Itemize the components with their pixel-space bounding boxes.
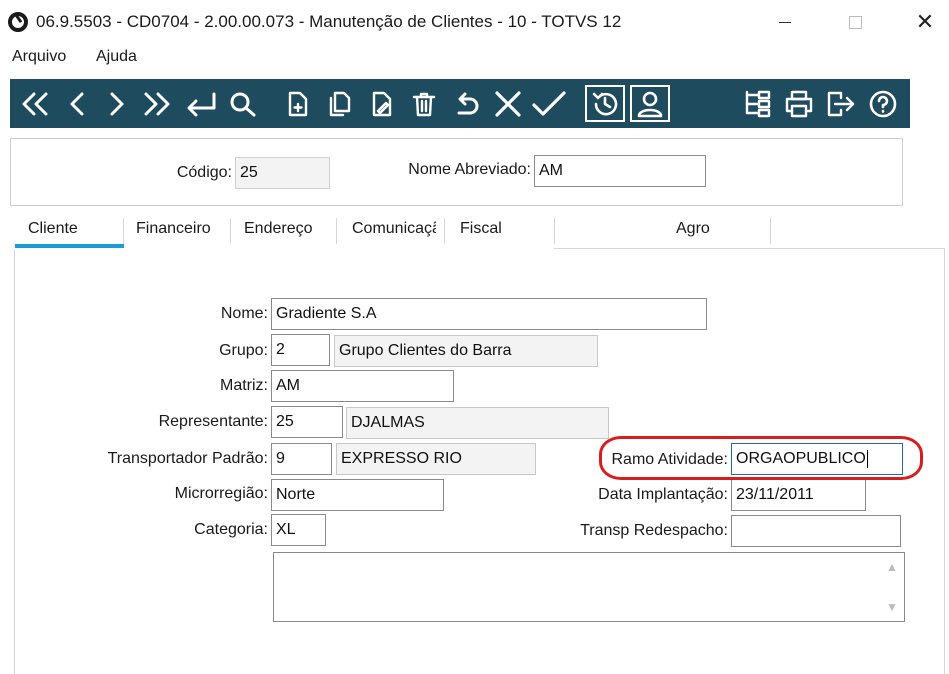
app-logo-icon (8, 12, 28, 32)
nome-field[interactable]: Gradiente S.A (271, 298, 707, 330)
help-icon (869, 90, 897, 117)
history-icon (592, 92, 618, 115)
tab-cliente[interactable]: Cliente (28, 220, 78, 238)
nome-abreviado-field[interactable]: AM (534, 155, 706, 187)
microrregiao-label: Microrregião: (174, 485, 268, 502)
exit-button[interactable] (824, 85, 858, 122)
matriz-field[interactable]: AM (271, 370, 454, 402)
tab-financeiro[interactable]: Financeiro (136, 220, 211, 238)
undo-icon (457, 92, 479, 114)
menu-ajuda[interactable]: Ajuda (96, 48, 137, 66)
history-button[interactable] (585, 85, 625, 122)
data-implantacao-field[interactable]: 23/11/2011 (731, 479, 866, 511)
representante-label: Representante: (158, 413, 268, 430)
matriz-label: Matriz: (220, 377, 268, 394)
confirm-icon (532, 90, 566, 116)
new-record-icon (288, 91, 308, 116)
representante-description-field: DJALMAS (346, 407, 609, 439)
new-record-button[interactable] (282, 85, 314, 122)
window-title: 06.9.5503 - CD0704 - 2.00.00.073 - Manut… (36, 12, 622, 31)
previous-record-button[interactable] (62, 85, 92, 122)
tab-separator (230, 218, 231, 244)
search-button[interactable] (226, 85, 260, 122)
tab-bar: Cliente Financeiro Endereço Comunicaçã F… (14, 214, 945, 250)
scroll-up-icon[interactable]: ▲ (886, 561, 898, 573)
tab-separator (554, 218, 555, 244)
categoria-label: Categoria: (194, 521, 268, 538)
close-icon: ✕ (915, 9, 935, 34)
data-implantacao-label: Data Implantação: (598, 486, 728, 503)
transportador-code-field[interactable]: 9 (271, 443, 332, 475)
tab-comunicacao[interactable]: Comunicaçã (352, 220, 436, 238)
minimize-button[interactable] (762, 6, 808, 38)
nome-abreviado-label: Nome Abreviado: (408, 161, 531, 178)
tree-button[interactable] (740, 85, 774, 122)
menu-bar: Arquivo Ajuda (0, 44, 949, 72)
codigo-field[interactable]: 25 (235, 157, 330, 189)
transportador-description-field: EXPRESSO RIO (336, 443, 536, 475)
scroll-down-icon[interactable]: ▼ (886, 601, 898, 613)
delete-icon (412, 92, 436, 116)
transp-redespacho-field[interactable] (731, 515, 901, 547)
previous-record-icon (70, 92, 84, 115)
edit-icon (372, 91, 392, 116)
tab-fiscal[interactable]: Fiscal (460, 220, 502, 238)
user-button[interactable] (630, 85, 670, 122)
copy-icon (329, 91, 351, 116)
last-record-button[interactable] (140, 85, 174, 122)
tab-endereco[interactable]: Endereço (244, 220, 313, 238)
transportador-label: Transportador Padrão: (107, 450, 268, 467)
highlight-annotation (599, 436, 923, 480)
nome-label: Nome: (220, 305, 268, 322)
toolbar (10, 79, 910, 128)
title-bar: 06.9.5503 - CD0704 - 2.00.00.073 - Manut… (0, 0, 949, 44)
codigo-label: Código: (176, 164, 232, 181)
menu-arquivo[interactable]: Arquivo (12, 48, 66, 66)
first-record-button[interactable] (18, 85, 52, 122)
representante-code-field[interactable]: 25 (271, 406, 343, 438)
search-icon (230, 92, 256, 116)
close-button[interactable]: ✕ (902, 6, 948, 38)
maximize-icon (848, 15, 862, 29)
tree-icon (745, 90, 771, 117)
next-record-button[interactable] (102, 85, 132, 122)
edit-button[interactable] (366, 85, 398, 122)
help-button[interactable] (866, 85, 900, 122)
microrregiao-field[interactable]: Norte (271, 479, 444, 511)
print-button[interactable] (782, 85, 816, 122)
delete-button[interactable] (408, 85, 440, 122)
exit-icon (827, 91, 855, 116)
grupo-code-field[interactable]: 2 (271, 334, 330, 366)
observacao-textarea[interactable]: ▲ ▼ (273, 552, 905, 622)
maximize-button[interactable] (832, 6, 878, 38)
cancel-icon (495, 90, 521, 117)
copy-button[interactable] (324, 85, 356, 122)
transp-redespacho-label: Transp Redespacho: (580, 522, 728, 539)
tab-separator (123, 218, 124, 244)
last-record-icon (144, 92, 170, 115)
tab-separator (336, 218, 337, 244)
grupo-description-field: Grupo Clientes do Barra (334, 335, 598, 367)
user-icon (637, 91, 663, 117)
grupo-label: Grupo: (219, 342, 268, 359)
next-record-icon (110, 92, 124, 115)
cancel-button[interactable] (490, 85, 526, 122)
print-icon (785, 90, 813, 117)
active-tab-indicator (15, 244, 124, 248)
first-record-icon (22, 92, 48, 115)
categoria-field[interactable]: XL (271, 514, 326, 546)
minimize-icon (779, 21, 791, 23)
tab-agro[interactable]: Agro (676, 220, 710, 238)
goto-icon (187, 92, 216, 116)
tab-separator (770, 218, 771, 244)
goto-button[interactable] (182, 85, 220, 122)
undo-button[interactable] (450, 85, 484, 122)
confirm-button[interactable] (530, 85, 568, 122)
tab-separator (444, 218, 445, 244)
